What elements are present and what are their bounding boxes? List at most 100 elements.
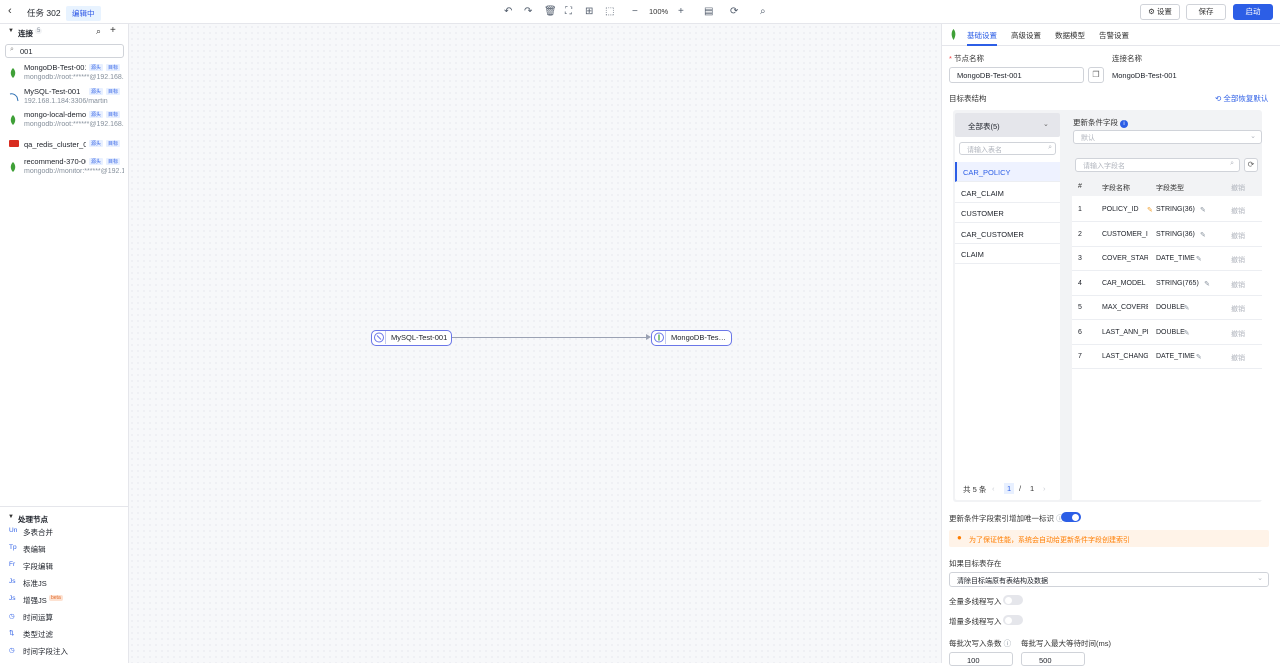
table-item[interactable]: CAR_CLAIM xyxy=(955,182,1060,203)
table-item[interactable]: CLAIM xyxy=(955,244,1060,264)
collapse-icon[interactable]: ▼ xyxy=(8,514,14,520)
source-node[interactable]: MySQL-Test-001 xyxy=(371,330,452,346)
table-name: CAR_POLICY xyxy=(963,168,1011,177)
connection-search-input[interactable]: ⌕ 001 xyxy=(5,44,124,58)
settings-label: 设置 xyxy=(1156,7,1172,16)
target-node[interactable]: MongoDB-Test-001 xyxy=(651,330,732,346)
info-icon: i xyxy=(1120,120,1129,128)
select-mode-icon[interactable]: ⬚ xyxy=(605,5,614,18)
all-tables-label: 全部表(5) xyxy=(968,122,1000,131)
connection-item[interactable]: MySQL-Test-001 源头 目标 192.168.1.184:3306/mar… xyxy=(0,86,128,109)
search-icon[interactable]: ⌕ xyxy=(96,26,101,37)
process-node-item[interactable]: Js 增强JS beta xyxy=(0,591,128,608)
settings-button[interactable]: ⚙ 设置 xyxy=(1140,4,1180,20)
undo-link[interactable]: 撤销 xyxy=(1231,329,1245,339)
edit-icon[interactable]: ✎ xyxy=(1200,206,1206,214)
unique-index-label: 更新条件字段索引增加唯一标识 ⓘ xyxy=(949,514,1064,523)
edit-icon[interactable]: ✎ xyxy=(1200,231,1206,239)
search-icon[interactable]: ⌕ xyxy=(760,5,766,18)
all-tables-dropdown[interactable]: 全部表(5) ⌄ xyxy=(955,113,1060,137)
process-node-item[interactable]: Tp 表编辑 xyxy=(0,540,128,557)
top-bar: ‹ 任务 302 编辑中 ↶ ↷ 🗑 ⛶ ⊞ ⬚ − 100% + ▤ ⟳ ⌕ … xyxy=(0,0,1280,24)
process-node-item[interactable]: Un 多表合并 xyxy=(0,523,128,540)
copy-icon[interactable]: ❐ xyxy=(1088,67,1104,83)
process-node-item[interactable]: ◷ 时间运算 xyxy=(0,608,128,625)
toggle-knob xyxy=(1072,513,1079,521)
node-type-icon: ⇅ xyxy=(9,630,15,637)
undo-link[interactable]: 撤销 xyxy=(1231,304,1245,314)
mysql-dolphin-icon xyxy=(9,92,19,102)
process-node-label: 时间运算 xyxy=(23,613,53,622)
full-multithread-toggle[interactable] xyxy=(1003,595,1023,605)
node-name-input[interactable]: MongoDB-Test-001 xyxy=(949,67,1084,83)
dag-edge[interactable] xyxy=(451,337,649,338)
unique-index-toggle[interactable] xyxy=(1061,512,1081,522)
edit-icon[interactable]: ✎ xyxy=(1184,304,1190,312)
batch-count-input[interactable]: 100 xyxy=(949,652,1013,666)
left-sidebar: ▼ 连接 5 ⌕ + ⌕ 001 MongoDB-Test-001 源头 目标 mon… xyxy=(0,24,129,663)
page-current[interactable]: 1 xyxy=(1004,483,1015,494)
dag-canvas[interactable] xyxy=(129,24,941,663)
clipboard-icon[interactable]: ▤ xyxy=(704,5,713,18)
undo-link[interactable]: 撤销 xyxy=(1231,353,1245,363)
edit-icon[interactable]: ✎ xyxy=(1196,255,1202,263)
connection-item[interactable]: mongo-local-demo 源头 目标 mongodb://root:*****… xyxy=(0,109,128,132)
edit-icon[interactable]: ✎ xyxy=(1184,329,1190,337)
table-item[interactable]: CAR_CUSTOMER xyxy=(955,223,1060,244)
prev-page-icon[interactable]: ‹ xyxy=(992,484,995,493)
next-page-icon[interactable]: › xyxy=(1043,484,1046,493)
batch-count-label: 每批次写入条数 ⓘ xyxy=(949,639,1012,648)
undo-link[interactable]: 撤销 xyxy=(1231,206,1245,216)
if-exists-select[interactable]: 清除目标端原有表结构及数据 ⌄ xyxy=(949,572,1269,587)
add-icon[interactable]: + xyxy=(110,25,116,36)
search-icon: ⌕ xyxy=(10,46,14,53)
tab-basic[interactable]: 基础设置 xyxy=(967,30,997,41)
update-field-select[interactable]: 默认 ⌄ xyxy=(1073,130,1262,144)
table-search-input[interactable]: 请输入表名 ⌕ xyxy=(959,142,1056,155)
edit-icon[interactable]: ✎ xyxy=(1196,353,1202,361)
process-node-item[interactable]: ⇅ 类型过滤 xyxy=(0,625,128,642)
delete-icon[interactable]: 🗑 xyxy=(544,5,557,18)
refresh-icon[interactable]: ⟳ xyxy=(1244,158,1258,172)
process-node-item[interactable]: ◷ 时间字段注入 xyxy=(0,642,128,659)
field-row: 5 MAX_COVERED DOUBLE✎ 撤销 xyxy=(1072,296,1262,320)
edit-icon[interactable]: ✎ xyxy=(1204,280,1210,288)
back-arrow-icon[interactable]: ‹ xyxy=(8,5,12,17)
incr-multithread-toggle[interactable] xyxy=(1003,615,1023,625)
table-item[interactable]: CAR_POLICY xyxy=(955,162,1060,182)
tab-advanced[interactable]: 高级设置 xyxy=(1011,30,1041,41)
col-field-type: 字段类型 xyxy=(1156,185,1184,192)
batch-wait-input[interactable]: 500 xyxy=(1021,652,1085,666)
save-button[interactable]: 保存 xyxy=(1186,4,1226,20)
start-button[interactable]: 启动 xyxy=(1233,4,1273,20)
restore-default-link[interactable]: ⟲ 全部恢复默认 xyxy=(1215,93,1268,104)
undo-link[interactable]: 撤销 xyxy=(1231,255,1245,265)
zoom-out-icon[interactable]: − xyxy=(632,5,638,18)
page-sep: / xyxy=(1019,484,1022,493)
connections-header[interactable]: ▼ 连接 5 ⌕ + xyxy=(0,24,129,40)
field-search-input[interactable]: 请输入字段名 ⌕ xyxy=(1075,158,1240,172)
connection-item[interactable]: MongoDB-Test-001 源头 目标 mongodb://root:*****… xyxy=(0,62,128,85)
table-search-placeholder: 请输入表名 xyxy=(967,147,1002,154)
undo-icon[interactable]: ↶ xyxy=(504,5,512,18)
table-item[interactable]: CUSTOMER xyxy=(955,203,1060,223)
tag-source: 源头 xyxy=(89,87,104,95)
chevron-down-icon: ⌄ xyxy=(1257,575,1263,582)
undo-link[interactable]: 撤销 xyxy=(1231,280,1245,290)
collapse-icon[interactable]: ▼ xyxy=(8,28,14,34)
tab-data-model[interactable]: 数据模型 xyxy=(1055,30,1085,41)
zoom-in-icon[interactable]: + xyxy=(678,5,684,18)
auto-layout-icon[interactable]: ⊞ xyxy=(585,5,593,18)
connection-item[interactable]: qa_redis_cluster_001源头目标 xyxy=(0,133,128,156)
field-row: 4 CAR_MODEL STRING(765) ✎ 撤销 xyxy=(1072,272,1262,296)
redo-icon[interactable]: ↷ xyxy=(524,5,532,18)
field-row: 1 POLICY_ID ✎ STRING(36) ✎ 撤销 xyxy=(1072,198,1262,222)
fit-view-icon[interactable]: ⛶ xyxy=(565,5,572,18)
undo-link[interactable]: 撤销 xyxy=(1231,231,1245,241)
connection-item[interactable]: recommend-370-001源头目标 mongodb://monitor:*… xyxy=(0,156,128,179)
refresh-icon[interactable]: ⟳ xyxy=(730,5,738,18)
tab-alert[interactable]: 告警设置 xyxy=(1099,30,1129,41)
process-node-item[interactable]: Fr 字段编辑 xyxy=(0,557,128,574)
pager-total: 共 5 条 xyxy=(963,485,987,494)
process-node-item[interactable]: Js 标准JS xyxy=(0,574,128,591)
